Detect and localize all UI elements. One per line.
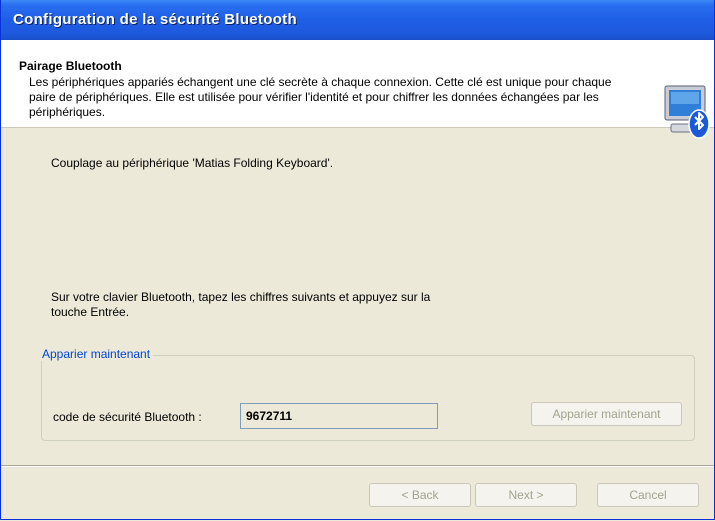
back-button[interactable]: < Back [369, 483, 471, 507]
pair-now-button[interactable]: Apparier maintenant [531, 402, 682, 426]
instruction-line-1: Sur votre clavier Bluetooth, tapez les c… [51, 290, 431, 304]
header-description: Les périphériques appariés échangent une… [29, 75, 612, 119]
header-title: Pairage Bluetooth [19, 59, 122, 73]
window-title: Configuration de la sécurité Bluetooth [13, 11, 297, 28]
next-button[interactable]: Next > [475, 483, 577, 507]
wizard-header: Pairage Bluetooth Les périphériques appa… [1, 40, 714, 139]
coupling-text: Couplage au périphérique 'Matias Folding… [51, 156, 334, 170]
instruction-line-2: touche Entrée. [51, 305, 130, 319]
bluetooth-computer-icon [664, 85, 710, 139]
title-bar[interactable]: Configuration de la sécurité Bluetooth [1, 0, 714, 40]
groupbox-legend: Apparier maintenant [39, 347, 154, 361]
footer-separator [1, 465, 714, 467]
bluetooth-security-dialog: Configuration de la sécurité Bluetooth P… [0, 0, 715, 520]
cancel-button[interactable]: Cancel [597, 483, 699, 507]
security-code-label: code de sécurité Bluetooth : [53, 410, 202, 424]
security-code-field[interactable] [240, 403, 438, 429]
